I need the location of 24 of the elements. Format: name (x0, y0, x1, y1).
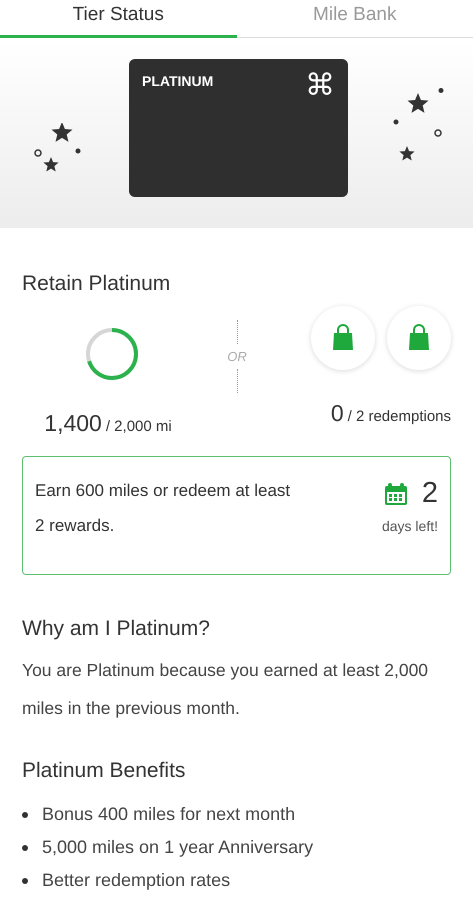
benefit-item: Bonus 400 miles for next month (42, 803, 296, 826)
redemptions-target: / 2 redemptions (348, 408, 451, 424)
shopping-bag-icon (407, 324, 431, 351)
section-title: Why am I Platinum? (22, 616, 211, 642)
benefit-item: Better redemption rates (42, 869, 230, 892)
calendar-icon (384, 482, 408, 506)
goal-text: Earn 600 miles or redeem at least 2 rewards. (35, 480, 292, 537)
shopping-bag-icon (331, 324, 355, 351)
bullet-icon (22, 878, 28, 884)
miles-value: 1,400 (44, 410, 102, 436)
progress-ring (84, 326, 140, 382)
redemptions-value: 0 (330, 400, 344, 426)
logo-glyph: ⌘ (305, 71, 335, 101)
benefit-item: 5,000 miles on 1 year Anniversary (42, 836, 314, 859)
section-title: Platinum Benefits (22, 758, 186, 784)
miles-target: / 2,000 mi (106, 418, 172, 434)
bullet-icon (22, 812, 28, 818)
explanation-text: You are Platinum because you earned at least 2,000 miles in the previous month. (22, 658, 430, 720)
days-count: 2 (422, 479, 438, 508)
or-label: OR (227, 348, 247, 366)
bullet-icon (22, 844, 28, 850)
section-title: Retain Platinum (22, 271, 172, 297)
tier-name: PLATINUM (142, 72, 214, 91)
days-label: days left! (382, 517, 438, 536)
